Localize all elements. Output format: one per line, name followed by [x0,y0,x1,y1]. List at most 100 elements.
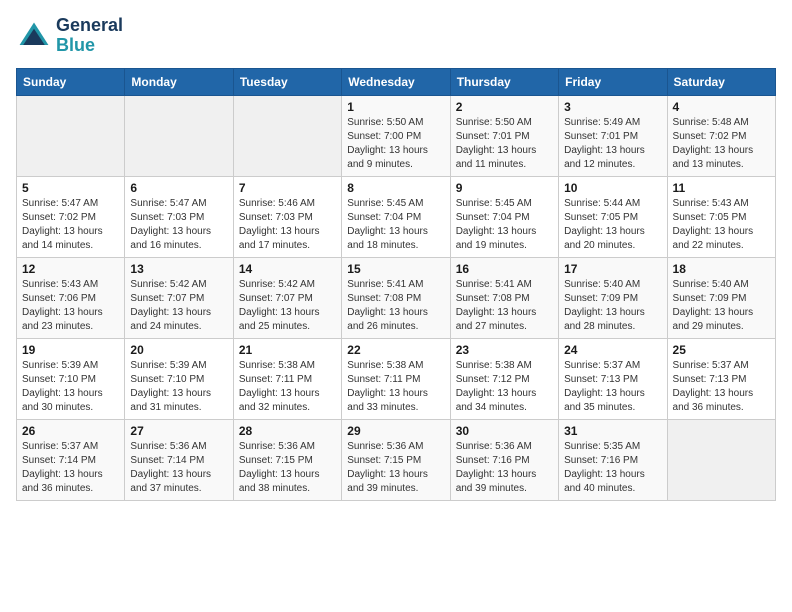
weekday-header-thursday: Thursday [450,68,558,95]
day-number: 23 [456,343,553,357]
day-info: Sunrise: 5:40 AM Sunset: 7:09 PM Dayligh… [673,278,770,334]
day-info: Sunrise: 5:43 AM Sunset: 7:05 PM Dayligh… [673,197,770,253]
day-number: 2 [456,100,553,114]
calendar-cell: 17 Sunrise: 5:40 AM Sunset: 7:09 PM Dayli… [559,257,667,338]
day-info: Sunrise: 5:39 AM Sunset: 7:10 PM Dayligh… [130,359,227,415]
day-number: 26 [22,424,119,438]
day-number: 14 [239,262,336,276]
day-number: 4 [673,100,770,114]
day-number: 31 [564,424,661,438]
day-number: 6 [130,181,227,195]
day-number: 19 [22,343,119,357]
day-info: Sunrise: 5:41 AM Sunset: 7:08 PM Dayligh… [456,278,553,334]
calendar-cell: 8 Sunrise: 5:45 AM Sunset: 7:04 PM Daylig… [342,176,450,257]
calendar-table: SundayMondayTuesdayWednesdayThursdayFrid… [16,68,776,501]
calendar-cell: 3Sunrise: 5:49 AM Sunset: 7:01 PM Daylig… [559,95,667,176]
day-number: 28 [239,424,336,438]
logo-text: General Blue [56,16,123,56]
calendar-cell: 13 Sunrise: 5:42 AM Sunset: 7:07 PM Dayli… [125,257,233,338]
weekday-header-wednesday: Wednesday [342,68,450,95]
day-info: Sunrise: 5:50 AM Sunset: 7:00 PM Dayligh… [347,116,444,172]
day-info: Sunrise: 5:42 AM Sunset: 7:07 PM Dayligh… [130,278,227,334]
weekday-header-tuesday: Tuesday [233,68,341,95]
day-number: 7 [239,181,336,195]
calendar-cell: 14 Sunrise: 5:42 AM Sunset: 7:07 PM Dayli… [233,257,341,338]
calendar-cell: 16 Sunrise: 5:41 AM Sunset: 7:08 PM Dayli… [450,257,558,338]
calendar-week-row: 19 Sunrise: 5:39 AM Sunset: 7:10 PM Dayli… [17,338,776,419]
day-info: Sunrise: 5:38 AM Sunset: 7:11 PM Dayligh… [239,359,336,415]
calendar-cell: 6Sunrise: 5:47 AM Sunset: 7:03 PM Daylig… [125,176,233,257]
calendar-cell: 26Sunrise: 5:37 AM Sunset: 7:14 PM Dayli… [17,419,125,500]
day-info: Sunrise: 5:37 AM Sunset: 7:13 PM Dayligh… [673,359,770,415]
day-info: Sunrise: 5:48 AM Sunset: 7:02 PM Dayligh… [673,116,770,172]
day-number: 20 [130,343,227,357]
day-info: Sunrise: 5:35 AM Sunset: 7:16 PM Dayligh… [564,440,661,496]
day-info: Sunrise: 5:38 AM Sunset: 7:12 PM Dayligh… [456,359,553,415]
calendar-cell: 15 Sunrise: 5:41 AM Sunset: 7:08 PM Dayli… [342,257,450,338]
calendar-cell: 10 Sunrise: 5:44 AM Sunset: 7:05 PM Dayli… [559,176,667,257]
day-number: 30 [456,424,553,438]
day-number: 12 [22,262,119,276]
day-info: Sunrise: 5:43 AM Sunset: 7:06 PM Dayligh… [22,278,119,334]
day-number: 17 [564,262,661,276]
weekday-header-saturday: Saturday [667,68,775,95]
calendar-cell [233,95,341,176]
calendar-cell: 4 Sunrise: 5:48 AM Sunset: 7:02 PM Daylig… [667,95,775,176]
page-header: General Blue [16,16,776,56]
calendar-week-row: 26Sunrise: 5:37 AM Sunset: 7:14 PM Dayli… [17,419,776,500]
day-info: Sunrise: 5:49 AM Sunset: 7:01 PM Dayligh… [564,116,661,172]
calendar-week-row: 1 Sunrise: 5:50 AM Sunset: 7:00 PM Daylig… [17,95,776,176]
day-number: 9 [456,181,553,195]
day-info: Sunrise: 5:45 AM Sunset: 7:04 PM Dayligh… [456,197,553,253]
day-number: 10 [564,181,661,195]
day-number: 27 [130,424,227,438]
weekday-header-friday: Friday [559,68,667,95]
calendar-cell: 19 Sunrise: 5:39 AM Sunset: 7:10 PM Dayli… [17,338,125,419]
calendar-week-row: 5 Sunrise: 5:47 AM Sunset: 7:02 PM Daylig… [17,176,776,257]
day-info: Sunrise: 5:40 AM Sunset: 7:09 PM Dayligh… [564,278,661,334]
day-number: 15 [347,262,444,276]
logo-icon [16,18,52,54]
day-info: Sunrise: 5:37 AM Sunset: 7:13 PM Dayligh… [564,359,661,415]
day-info: Sunrise: 5:36 AM Sunset: 7:15 PM Dayligh… [347,440,444,496]
calendar-body: 1 Sunrise: 5:50 AM Sunset: 7:00 PM Daylig… [17,95,776,500]
calendar-week-row: 12 Sunrise: 5:43 AM Sunset: 7:06 PM Dayli… [17,257,776,338]
day-number: 24 [564,343,661,357]
day-info: Sunrise: 5:39 AM Sunset: 7:10 PM Dayligh… [22,359,119,415]
calendar-cell: 28 Sunrise: 5:36 AM Sunset: 7:15 PM Dayli… [233,419,341,500]
calendar-cell: 22 Sunrise: 5:38 AM Sunset: 7:11 PM Dayli… [342,338,450,419]
day-info: Sunrise: 5:45 AM Sunset: 7:04 PM Dayligh… [347,197,444,253]
day-info: Sunrise: 5:47 AM Sunset: 7:02 PM Dayligh… [22,197,119,253]
day-number: 5 [22,181,119,195]
day-number: 13 [130,262,227,276]
weekday-header-sunday: Sunday [17,68,125,95]
day-number: 29 [347,424,444,438]
day-number: 16 [456,262,553,276]
calendar-cell: 21Sunrise: 5:38 AM Sunset: 7:11 PM Dayli… [233,338,341,419]
day-number: 11 [673,181,770,195]
day-info: Sunrise: 5:36 AM Sunset: 7:16 PM Dayligh… [456,440,553,496]
day-info: Sunrise: 5:44 AM Sunset: 7:05 PM Dayligh… [564,197,661,253]
day-info: Sunrise: 5:41 AM Sunset: 7:08 PM Dayligh… [347,278,444,334]
calendar-cell: 24 Sunrise: 5:37 AM Sunset: 7:13 PM Dayli… [559,338,667,419]
day-number: 1 [347,100,444,114]
calendar-cell: 25 Sunrise: 5:37 AM Sunset: 7:13 PM Dayli… [667,338,775,419]
calendar-cell: 12 Sunrise: 5:43 AM Sunset: 7:06 PM Dayli… [17,257,125,338]
day-number: 8 [347,181,444,195]
calendar-cell [17,95,125,176]
calendar-cell: 9 Sunrise: 5:45 AM Sunset: 7:04 PM Daylig… [450,176,558,257]
day-info: Sunrise: 5:36 AM Sunset: 7:15 PM Dayligh… [239,440,336,496]
day-info: Sunrise: 5:42 AM Sunset: 7:07 PM Dayligh… [239,278,336,334]
day-info: Sunrise: 5:38 AM Sunset: 7:11 PM Dayligh… [347,359,444,415]
weekday-header-monday: Monday [125,68,233,95]
calendar-cell: 5 Sunrise: 5:47 AM Sunset: 7:02 PM Daylig… [17,176,125,257]
calendar-cell: 30 Sunrise: 5:36 AM Sunset: 7:16 PM Dayli… [450,419,558,500]
day-number: 25 [673,343,770,357]
calendar-cell: 23 Sunrise: 5:38 AM Sunset: 7:12 PM Dayli… [450,338,558,419]
day-number: 22 [347,343,444,357]
calendar-cell: 29 Sunrise: 5:36 AM Sunset: 7:15 PM Dayli… [342,419,450,500]
calendar-cell: 2 Sunrise: 5:50 AM Sunset: 7:01 PM Daylig… [450,95,558,176]
day-info: Sunrise: 5:46 AM Sunset: 7:03 PM Dayligh… [239,197,336,253]
day-info: Sunrise: 5:50 AM Sunset: 7:01 PM Dayligh… [456,116,553,172]
calendar-header-row: SundayMondayTuesdayWednesdayThursdayFrid… [17,68,776,95]
